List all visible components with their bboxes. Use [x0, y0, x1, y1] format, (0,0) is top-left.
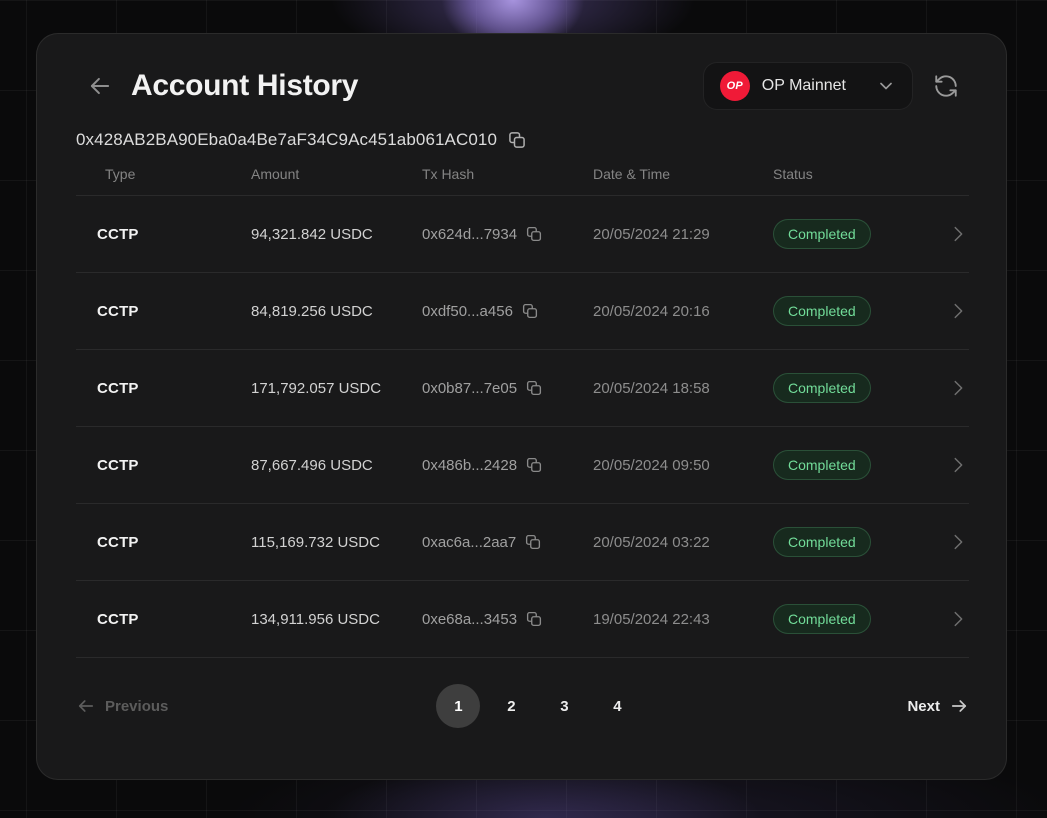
table-row[interactable]: CCTP 87,667.496 USDC 0x486b...2428 20/05…	[76, 427, 969, 504]
tx-datetime: 20/05/2024 21:29	[593, 226, 773, 243]
card-header: Account History OP OP Mainnet	[37, 34, 1006, 110]
status-badge: Completed	[773, 219, 871, 249]
column-header-amount: Amount	[251, 166, 422, 182]
chevron-right-icon[interactable]	[939, 531, 969, 553]
page-numbers: 1 2 3 4	[436, 684, 639, 728]
chevron-right-icon[interactable]	[939, 454, 969, 476]
copy-tx-hash-button[interactable]	[525, 456, 543, 474]
arrow-left-icon	[76, 696, 96, 716]
network-select-button[interactable]: OP OP Mainnet	[703, 62, 913, 110]
table-row[interactable]: CCTP 171,792.057 USDC 0x0b87...7e05 20/0…	[76, 350, 969, 427]
transactions-table: Type Amount Tx Hash Date & Time Status C…	[76, 152, 969, 658]
tx-hash: 0xdf50...a456	[422, 303, 513, 320]
tx-amount: 171,792.057 USDC	[251, 380, 422, 397]
chevron-right-icon[interactable]	[939, 300, 969, 322]
refresh-icon	[933, 73, 959, 99]
refresh-button[interactable]	[933, 73, 959, 99]
copy-tx-hash-button[interactable]	[525, 379, 543, 397]
copy-tx-hash-button[interactable]	[524, 533, 542, 551]
tx-hash: 0xe68a...3453	[422, 611, 517, 628]
page-button-2[interactable]: 2	[489, 684, 533, 728]
tx-type: CCTP	[97, 457, 251, 474]
previous-page-button[interactable]: Previous	[76, 696, 168, 716]
header-actions: OP OP Mainnet	[703, 62, 959, 110]
copy-tx-hash-button[interactable]	[525, 225, 543, 243]
status-badge: Completed	[773, 527, 871, 557]
copy-tx-hash-button[interactable]	[525, 610, 543, 628]
copy-icon	[525, 610, 543, 628]
wallet-address: 0x428AB2BA90Eba0a4Be7aF34C9Ac451ab061AC0…	[76, 130, 497, 150]
page-button-1[interactable]: 1	[436, 684, 480, 728]
column-header-status: Status	[773, 166, 939, 182]
tx-datetime: 20/05/2024 18:58	[593, 380, 773, 397]
tx-amount: 115,169.732 USDC	[251, 534, 422, 551]
status-badge: Completed	[773, 450, 871, 480]
tx-amount: 134,911.956 USDC	[251, 611, 422, 628]
copy-icon	[525, 379, 543, 397]
account-history-card: Account History OP OP Mainnet 0x428AB2BA…	[36, 33, 1007, 780]
page-title: Account History	[131, 69, 358, 103]
tx-type: CCTP	[97, 226, 251, 243]
pagination: Previous 1 2 3 4 Next	[76, 682, 969, 730]
tx-type: CCTP	[97, 380, 251, 397]
tx-amount: 87,667.496 USDC	[251, 457, 422, 474]
status-badge: Completed	[773, 296, 871, 326]
table-row[interactable]: CCTP 115,169.732 USDC 0xac6a...2aa7 20/0…	[76, 504, 969, 581]
tx-hash: 0x0b87...7e05	[422, 380, 517, 397]
arrow-left-icon	[87, 73, 113, 99]
table-row[interactable]: CCTP 94,321.842 USDC 0x624d...7934 20/05…	[76, 196, 969, 273]
column-header-datetime: Date & Time	[593, 166, 773, 182]
arrow-right-icon	[949, 696, 969, 716]
page-button-4[interactable]: 4	[595, 684, 639, 728]
op-network-icon: OP	[720, 71, 750, 101]
previous-label: Previous	[105, 698, 168, 715]
address-row: 0x428AB2BA90Eba0a4Be7aF34C9Ac451ab061AC0…	[76, 128, 969, 152]
table-row[interactable]: CCTP 134,911.956 USDC 0xe68a...3453 19/0…	[76, 581, 969, 658]
copy-address-button[interactable]	[507, 130, 527, 150]
chevron-right-icon[interactable]	[939, 608, 969, 630]
tx-type: CCTP	[97, 534, 251, 551]
app-background: { "header": { "title": "Account History"…	[0, 0, 1047, 818]
tx-hash: 0x624d...7934	[422, 226, 517, 243]
status-badge: Completed	[773, 373, 871, 403]
tx-datetime: 20/05/2024 03:22	[593, 534, 773, 551]
tx-amount: 94,321.842 USDC	[251, 226, 422, 243]
page-button-3[interactable]: 3	[542, 684, 586, 728]
back-button[interactable]	[87, 73, 113, 99]
tx-datetime: 20/05/2024 09:50	[593, 457, 773, 474]
chevron-down-icon	[876, 76, 896, 96]
copy-icon	[507, 130, 527, 150]
next-page-button[interactable]: Next	[907, 696, 969, 716]
chevron-right-icon[interactable]	[939, 223, 969, 245]
copy-icon	[521, 302, 539, 320]
network-label: OP Mainnet	[762, 77, 846, 95]
copy-icon	[524, 533, 542, 551]
tx-datetime: 20/05/2024 20:16	[593, 303, 773, 320]
table-header: Type Amount Tx Hash Date & Time Status	[76, 152, 969, 196]
copy-icon	[525, 456, 543, 474]
table-row[interactable]: CCTP 84,819.256 USDC 0xdf50...a456 20/05…	[76, 273, 969, 350]
tx-amount: 84,819.256 USDC	[251, 303, 422, 320]
tx-type: CCTP	[97, 303, 251, 320]
tx-datetime: 19/05/2024 22:43	[593, 611, 773, 628]
copy-icon	[525, 225, 543, 243]
column-header-tx-hash: Tx Hash	[422, 166, 593, 182]
status-badge: Completed	[773, 604, 871, 634]
chevron-right-icon[interactable]	[939, 377, 969, 399]
tx-hash: 0xac6a...2aa7	[422, 534, 516, 551]
column-header-type: Type	[97, 166, 251, 182]
tx-type: CCTP	[97, 611, 251, 628]
tx-hash: 0x486b...2428	[422, 457, 517, 474]
next-label: Next	[907, 698, 940, 715]
copy-tx-hash-button[interactable]	[521, 302, 539, 320]
